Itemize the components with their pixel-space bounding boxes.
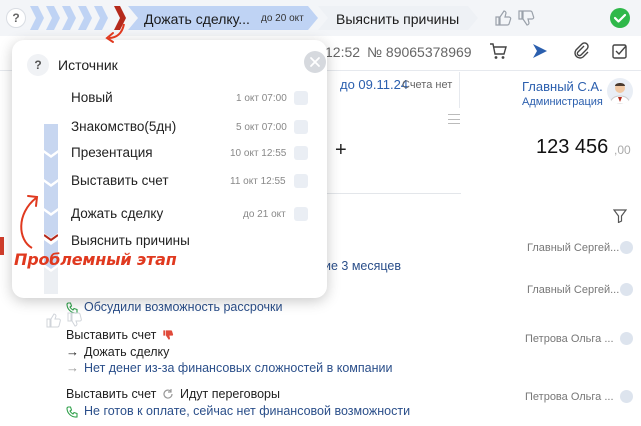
stage-help-button[interactable]: ? [6,8,26,28]
divider [326,193,461,194]
author-avatar [620,241,633,254]
popup-stage-date: 10 окт 12:55 [230,148,287,159]
activity-stage: Выставить счет [66,387,157,401]
thumbs-icon [46,312,82,328]
task-check-icon[interactable] [610,41,630,61]
activity-text: Не готов к оплате, сейчас нет финансовой… [84,404,411,418]
menu-icon[interactable] [448,114,460,124]
arrow-icon: → [66,360,79,375]
popup-stage-date: 11 окт 12:55 [230,176,286,187]
popup-stage-name[interactable]: Дожать сделку [71,206,163,221]
phone-icon [66,406,78,418]
chevron-icon[interactable] [62,6,76,30]
user-avatar [294,174,308,188]
user-avatar [294,146,308,160]
activity-author[interactable]: Петрова Ольга ... [525,391,614,403]
annotation-arrow-icon [105,23,125,43]
chevron-icon[interactable] [78,6,92,30]
filter-icon[interactable] [613,209,627,223]
popup-stage-date: 5 окт 07:00 [236,122,287,133]
source-label[interactable]: Источник [58,57,118,73]
arrow-icon: → [66,344,79,359]
manager-name[interactable]: Главный С.А. [522,79,603,94]
complete-check-button[interactable] [610,8,630,28]
thumb-up-icon[interactable] [494,9,512,27]
deal-bills-status[interactable]: Счета нет [402,79,452,91]
popup-stage-name[interactable]: Выяснить причины [71,233,190,248]
stage-bar: ? Дожать сделку... до 20 окт Выяснить пр… [0,0,641,36]
activity-stage: Дожать сделку [84,345,170,359]
thumb-down-icon [163,330,174,340]
popup-stage-name[interactable]: Презентация [71,145,153,160]
activity-author[interactable]: Петрова Ольга ... [525,333,614,345]
popup-stage-name[interactable]: Новый [71,90,113,105]
user-avatar [294,91,308,105]
activity-text: ие 3 месяцев [324,259,402,273]
popup-stage-name[interactable]: Выставить счет [71,173,169,188]
user-avatar [294,207,308,221]
call-time: 12:52 [325,44,361,60]
active-stage-name: Дожать сделку... [144,11,250,27]
activity-status: Идут переговоры [180,387,280,401]
deal-deadline[interactable]: до 09.11.24 [340,77,408,92]
author-avatar [620,390,633,403]
activity-text: Обсудили возможность рассрочки [84,300,283,314]
close-icon [310,57,320,67]
add-button[interactable]: + [335,139,347,162]
popup-stage-date: до 21 окт [243,209,286,220]
paperclip-icon[interactable] [571,41,591,61]
manager-role: Администрация [522,96,603,108]
annotation-arrow-icon [20,195,39,249]
user-avatar [294,120,308,134]
popup-help-button[interactable]: ? [27,54,49,76]
telegram-icon[interactable] [530,41,550,61]
next-stage-tab[interactable]: Выяснить причины [318,6,478,30]
activity-text: Нет денег из-за финансовых сложностей в … [84,361,393,375]
activity-author[interactable]: Главный Сергей... [527,242,619,254]
thumb-down-icon[interactable] [517,9,535,27]
chevron-icon[interactable] [46,6,60,30]
activity-stage: Выставить счет [66,328,157,342]
side-tab[interactable] [0,237,4,255]
author-avatar [620,283,633,296]
deal-amount-decimals: ,00 [614,143,631,157]
activity-author[interactable]: Главный Сергей... [527,284,619,296]
active-stage-tab[interactable]: Дожать сделку... до 20 окт [128,6,318,30]
cart-icon[interactable] [488,41,508,61]
phone-number[interactable]: № 89065378969 [367,44,472,60]
author-avatar [620,332,633,345]
check-icon [613,13,627,23]
manager-avatar[interactable] [607,78,633,104]
refresh-icon [163,389,173,399]
chevron-icon[interactable] [30,6,44,30]
popup-stage-name[interactable]: Знакомство(5дн) [71,119,176,134]
divider [459,72,460,108]
person-icon [609,83,631,104]
deal-amount[interactable]: 123 456 [536,136,608,159]
next-stage-name: Выяснить причины [336,11,460,27]
problem-stage-annotation: Проблемный этап [14,250,177,269]
popup-stage-date: 1 окт 07:00 [236,93,287,104]
active-stage-due: до 20 окт [261,13,304,24]
popup-close-button[interactable] [304,51,326,73]
